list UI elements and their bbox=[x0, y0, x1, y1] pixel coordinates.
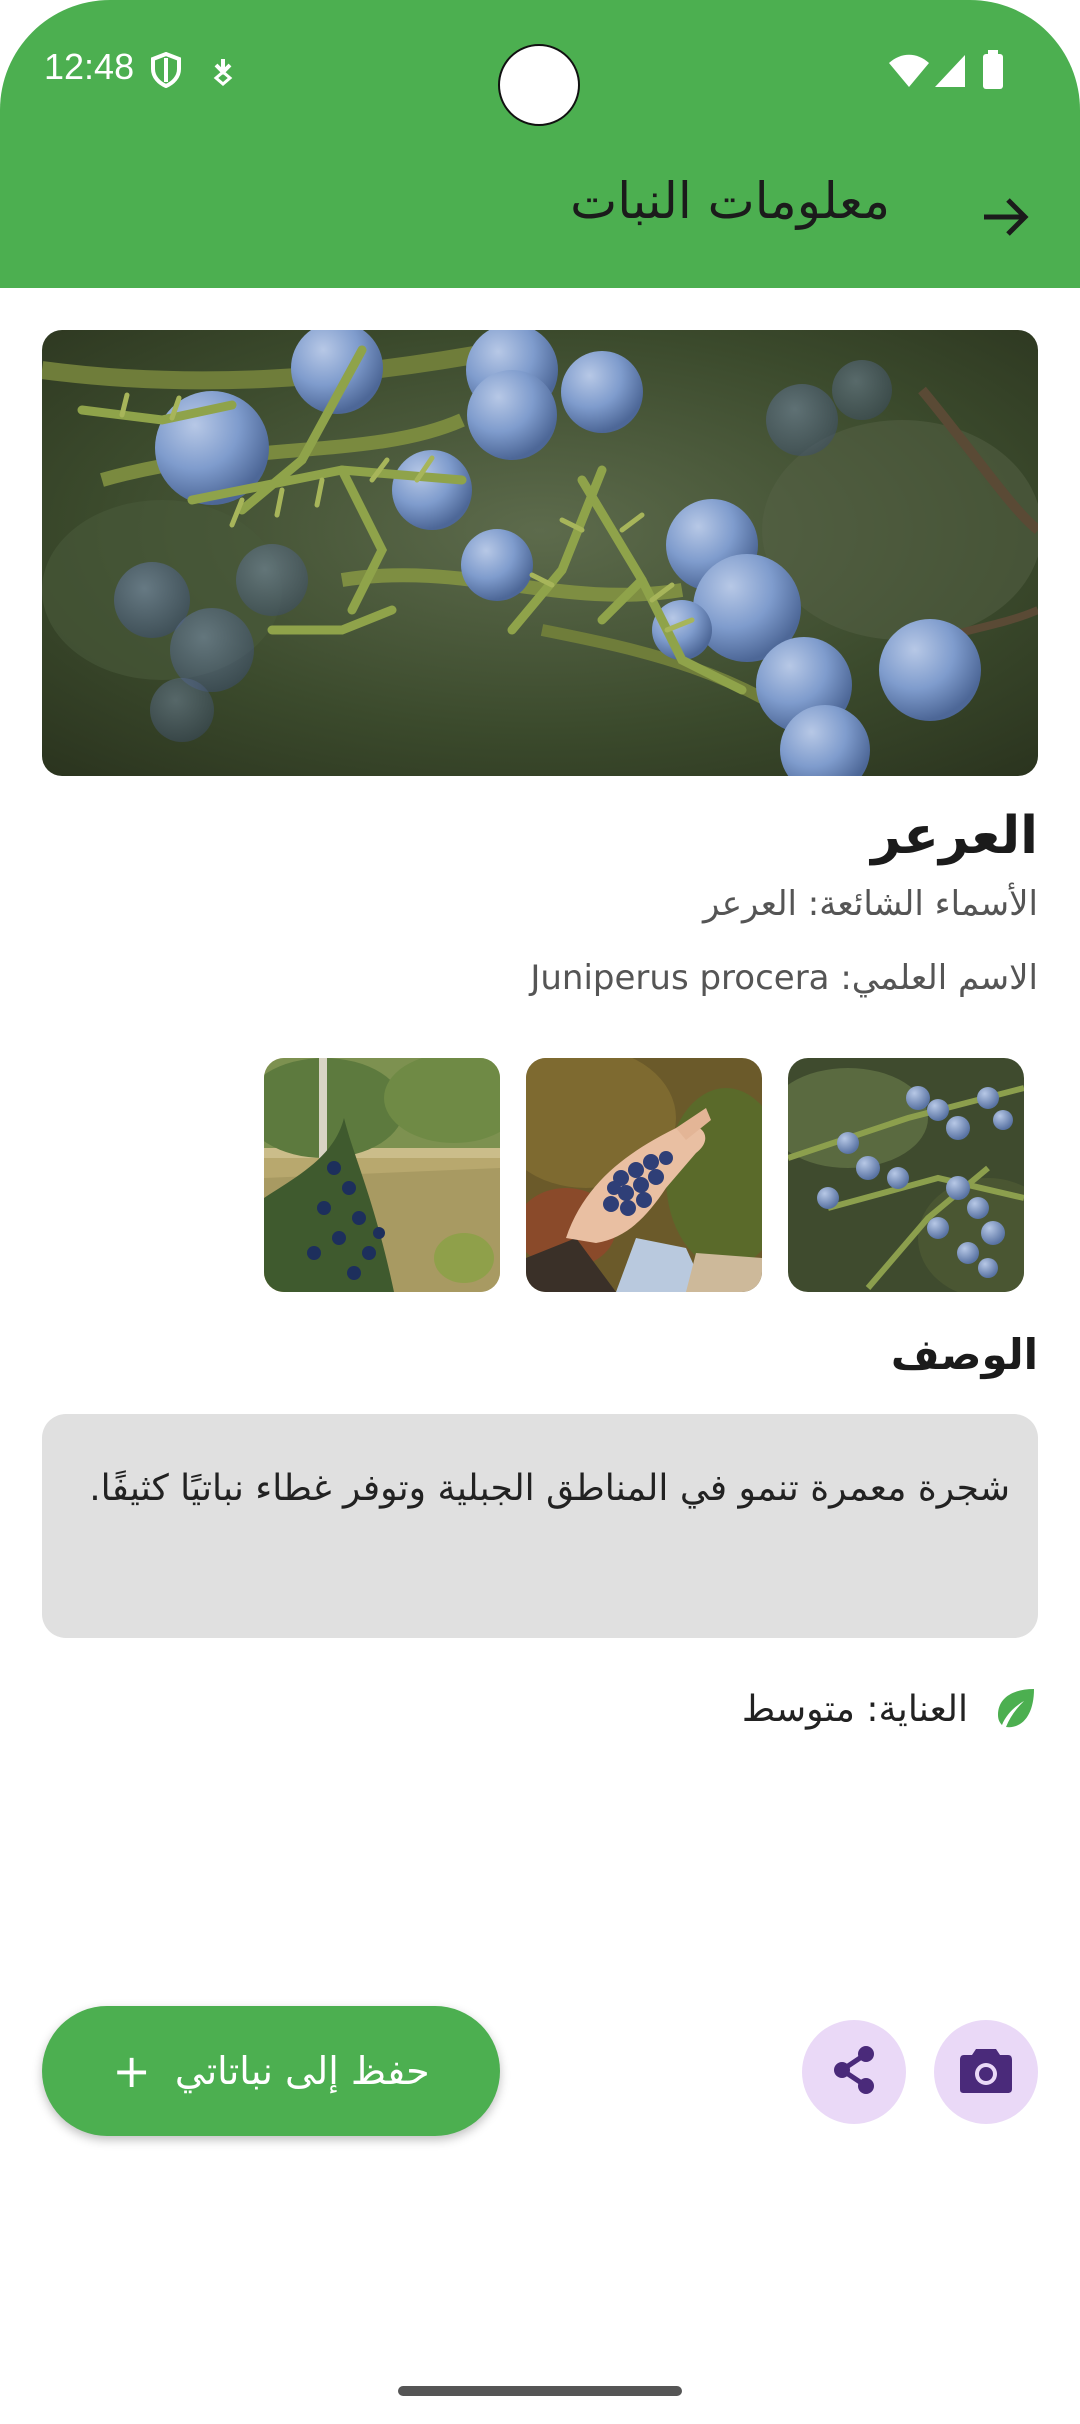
save-button-label: حفظ إلى نباتاتي bbox=[174, 2049, 430, 2093]
camera-button[interactable] bbox=[934, 2020, 1038, 2124]
page-title: معلومات النبات bbox=[570, 172, 890, 230]
signal-icon bbox=[934, 54, 966, 92]
app-header: 12:48 معلومات النبات bbox=[0, 0, 1080, 288]
home-indicator[interactable] bbox=[398, 2386, 682, 2396]
data-saver-icon bbox=[210, 56, 236, 90]
common-names: الأسماء الشائعة: العرعر bbox=[702, 884, 1038, 924]
phone-screen: 12:48 معلومات النبات العرعر الأسماء الشا… bbox=[0, 0, 1080, 2424]
status-time: 12:48 bbox=[44, 46, 135, 87]
camera-icon bbox=[958, 2045, 1014, 2099]
description-card: شجرة معمرة تنمو في المناطق الجبلية وتوفر… bbox=[42, 1414, 1038, 1638]
wifi-icon bbox=[888, 54, 930, 92]
gallery-thumbnail[interactable] bbox=[788, 1058, 1024, 1292]
shield-icon bbox=[150, 51, 182, 92]
gallery-thumbnail[interactable] bbox=[264, 1058, 500, 1292]
gallery-thumbnail[interactable] bbox=[526, 1058, 762, 1292]
back-arrow-icon[interactable] bbox=[978, 190, 1032, 244]
save-to-my-plants-button[interactable]: حفظ إلى نباتاتي + bbox=[42, 2006, 500, 2136]
leaf-icon bbox=[994, 1685, 1038, 1733]
battery-icon bbox=[982, 50, 1004, 94]
care-level-text: العناية: متوسط bbox=[741, 1688, 968, 1730]
plant-name: العرعر bbox=[871, 806, 1038, 866]
share-button[interactable] bbox=[802, 2020, 906, 2124]
scientific-name: الاسم العلمي: Juniperus procera bbox=[530, 958, 1038, 998]
description-title: الوصف bbox=[890, 1330, 1038, 1379]
share-icon bbox=[828, 2044, 880, 2100]
care-level-row: العناية: متوسط bbox=[742, 1684, 1038, 1734]
front-camera bbox=[498, 44, 580, 126]
description-text: شجرة معمرة تنمو في المناطق الجبلية وتوفر… bbox=[89, 1468, 1010, 1509]
plant-hero-image bbox=[42, 330, 1038, 776]
plus-icon: + bbox=[112, 2044, 151, 2098]
